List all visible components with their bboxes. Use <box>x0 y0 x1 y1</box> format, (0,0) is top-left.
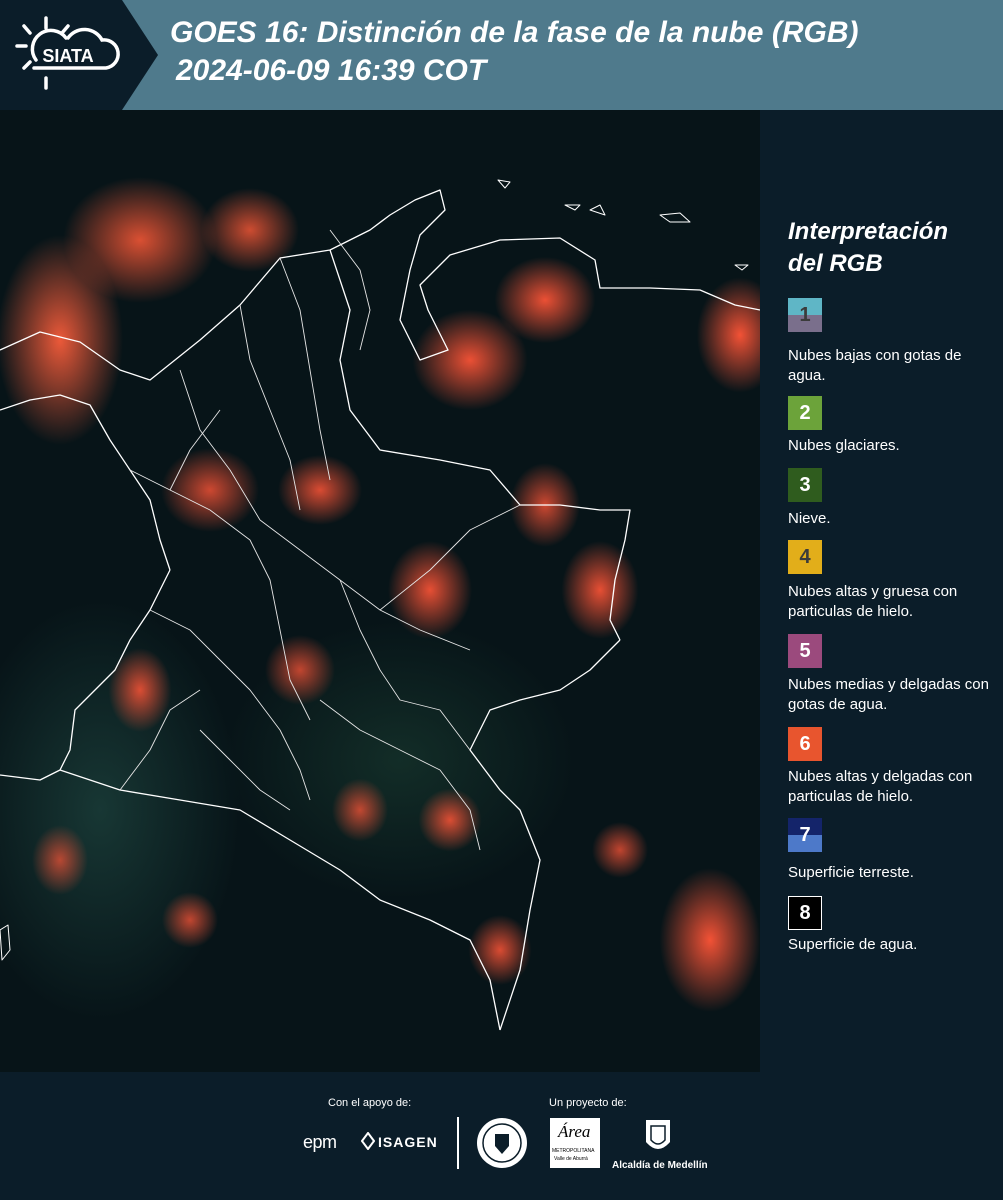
legend-label-1: Nubes bajas con gotas de agua. <box>788 347 962 384</box>
header: SIATA GOES 16: Distinción de la fase de … <box>0 0 1003 110</box>
legend-title: Interpretación del RGB <box>788 218 949 277</box>
department-line <box>179 369 471 651</box>
legend-swatch-6: 6 <box>788 727 822 761</box>
legend-label-4: Nubes altas y gruesa con particulas de h… <box>788 583 958 620</box>
legend-label-7: Superficie terreste. <box>788 864 914 881</box>
area-logo-sub2: Valle de Aburrá <box>554 1156 588 1162</box>
area-logo-sub1: METROPOLITANA <box>552 1148 595 1154</box>
department-line <box>339 579 471 751</box>
legend-label-8: Superficie de agua. <box>788 936 918 953</box>
legend-label-3: Nieve. <box>788 510 831 527</box>
legend-swatch-4: 4 <box>788 540 822 574</box>
support-label: Con el apoyo de: <box>328 1097 412 1109</box>
legend-swatch-5: 5 <box>788 634 822 668</box>
department-line <box>329 229 371 351</box>
footer: Con el apoyo de: Un proyecto de: epm ISA… <box>0 1072 1003 1200</box>
department-line <box>379 504 521 611</box>
department-line <box>319 699 481 851</box>
legend-swatch-7: 7 <box>788 818 822 852</box>
brazil-border <box>469 639 621 1031</box>
department-line <box>149 609 311 801</box>
isagen-mark-icon <box>361 1132 375 1150</box>
page-timestamp: 2024-06-09 16:39 COT <box>176 54 487 87</box>
legend-swatch-8: 8 <box>788 896 822 930</box>
department-line <box>199 729 291 811</box>
legend-number: 7 <box>799 823 811 846</box>
legend-number: 1 <box>799 303 811 326</box>
island <box>497 179 511 189</box>
island <box>659 212 691 223</box>
island <box>0 924 11 961</box>
legend-label-2: Nubes glaciares. <box>788 437 900 454</box>
satellite-image <box>0 110 760 1072</box>
colombia-venezuela-border <box>329 249 631 641</box>
department-line <box>119 689 201 791</box>
border-outlines <box>0 179 760 1031</box>
legend-number: 6 <box>799 732 811 755</box>
logo-text: SIATA <box>42 46 93 66</box>
project-label: Un proyecto de: <box>549 1097 627 1109</box>
legend-swatch-3: 3 <box>788 468 822 502</box>
legend-swatch-2: 2 <box>788 396 822 430</box>
isagen-logo: ISAGEN <box>378 1134 438 1150</box>
page-title: GOES 16: Distinción de la fase de la nub… <box>170 16 859 49</box>
department-line <box>279 257 331 481</box>
sun-cloud-icon: SIATA <box>15 16 120 90</box>
pacific-coastline <box>0 569 171 781</box>
seal-icon <box>477 1118 527 1168</box>
area-metropolitana-logo: Área METROPOLITANA Valle de Aburrá <box>550 1118 600 1168</box>
legend-number: 4 <box>799 545 811 568</box>
medellin-crest-icon <box>646 1120 670 1149</box>
island <box>564 204 581 211</box>
legend-number: 3 <box>799 473 811 496</box>
southern-border <box>59 769 501 1031</box>
island <box>734 264 749 271</box>
central-america-coast <box>0 394 171 571</box>
legend-number: 8 <box>799 901 811 924</box>
island <box>589 204 606 216</box>
caribbean-coastline <box>0 189 760 381</box>
department-line <box>169 409 221 491</box>
alcaldia-logo-text: Alcaldía de Medellín <box>612 1160 708 1171</box>
legend-swatch-1: 1 <box>788 298 822 332</box>
department-line <box>239 304 301 511</box>
legend-label-6: Nubes altas y delgadas con particulas de… <box>788 768 973 805</box>
epm-logo: epm <box>303 1132 337 1152</box>
legend-number: 2 <box>799 401 811 424</box>
legend-number: 5 <box>799 639 811 662</box>
legend-label-5: Nubes medias y delgadas con gotas de agu… <box>788 676 989 713</box>
footer-divider <box>457 1117 459 1169</box>
area-logo-text: Área <box>558 1122 591 1141</box>
